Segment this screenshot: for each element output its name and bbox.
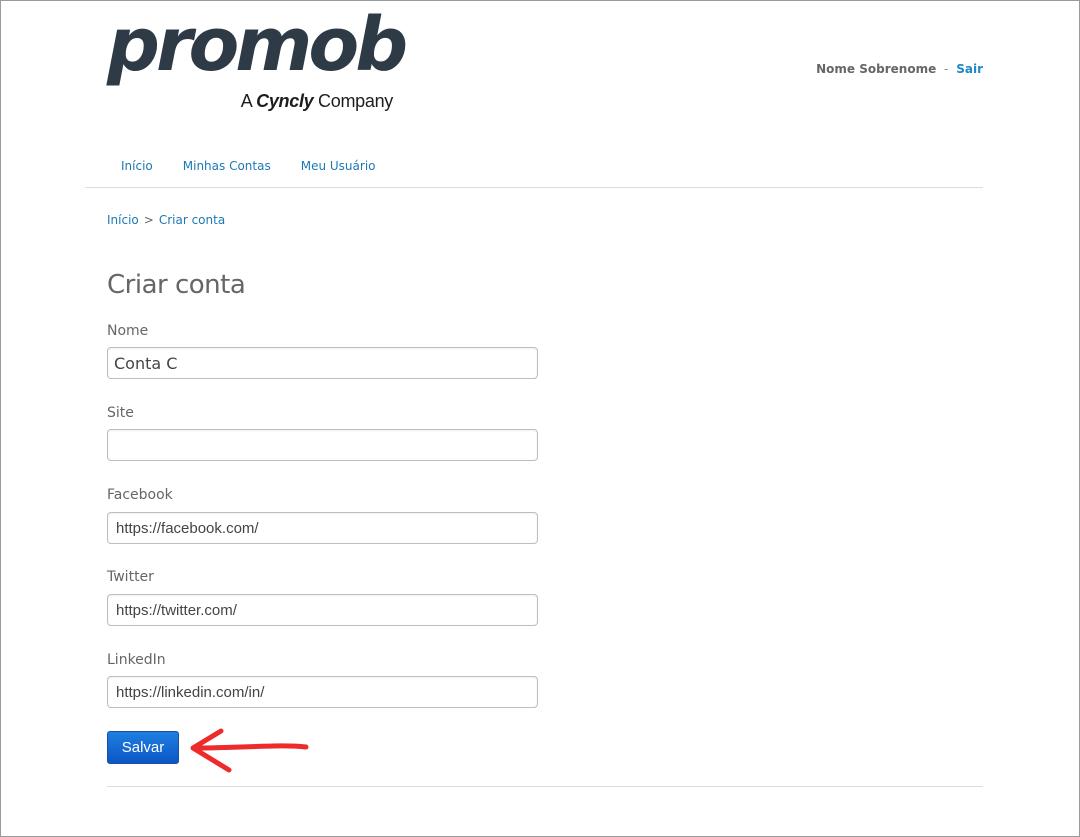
nav-item-meu-usuario[interactable]: Meu Usuário bbox=[301, 159, 376, 173]
nav-item-minhas-contas[interactable]: Minhas Contas bbox=[183, 159, 271, 173]
twitter-input[interactable] bbox=[107, 594, 538, 626]
nav-divider bbox=[85, 187, 983, 188]
site-input[interactable] bbox=[107, 429, 538, 461]
breadcrumb-separator: > bbox=[143, 213, 154, 227]
user-area: Nome Sobrenome - Sair bbox=[816, 62, 983, 76]
red-arrow-annotation-icon bbox=[190, 728, 309, 773]
facebook-input[interactable] bbox=[107, 512, 538, 544]
page-title: Criar conta bbox=[107, 270, 246, 300]
footer-divider bbox=[107, 786, 983, 787]
user-name: Nome Sobrenome bbox=[816, 62, 937, 76]
name-label: Nome bbox=[107, 323, 149, 339]
breadcrumb-home-link[interactable]: Início bbox=[107, 213, 139, 227]
site-label: Site bbox=[107, 405, 134, 421]
logo-tagline: A Cyncly Company bbox=[240, 91, 394, 111]
save-button[interactable]: Salvar bbox=[107, 731, 179, 764]
main-nav: Início Minhas Contas Meu Usuário bbox=[107, 159, 406, 173]
user-separator: - bbox=[944, 62, 949, 76]
facebook-label: Facebook bbox=[107, 487, 173, 503]
logout-link[interactable]: Sair bbox=[956, 62, 983, 76]
name-input[interactable] bbox=[107, 347, 538, 379]
linkedin-label: LinkedIn bbox=[107, 652, 166, 668]
breadcrumb: Início > Criar conta bbox=[107, 213, 225, 227]
linkedin-input[interactable] bbox=[107, 676, 538, 708]
nav-item-inicio[interactable]: Início bbox=[121, 159, 153, 173]
page-frame bbox=[0, 0, 1080, 837]
twitter-label: Twitter bbox=[107, 569, 154, 585]
promob-logo[interactable]: promob A Cyncly Company bbox=[107, 8, 408, 116]
logo-wordmark: promob bbox=[107, 2, 408, 88]
breadcrumb-current-link[interactable]: Criar conta bbox=[159, 213, 225, 227]
